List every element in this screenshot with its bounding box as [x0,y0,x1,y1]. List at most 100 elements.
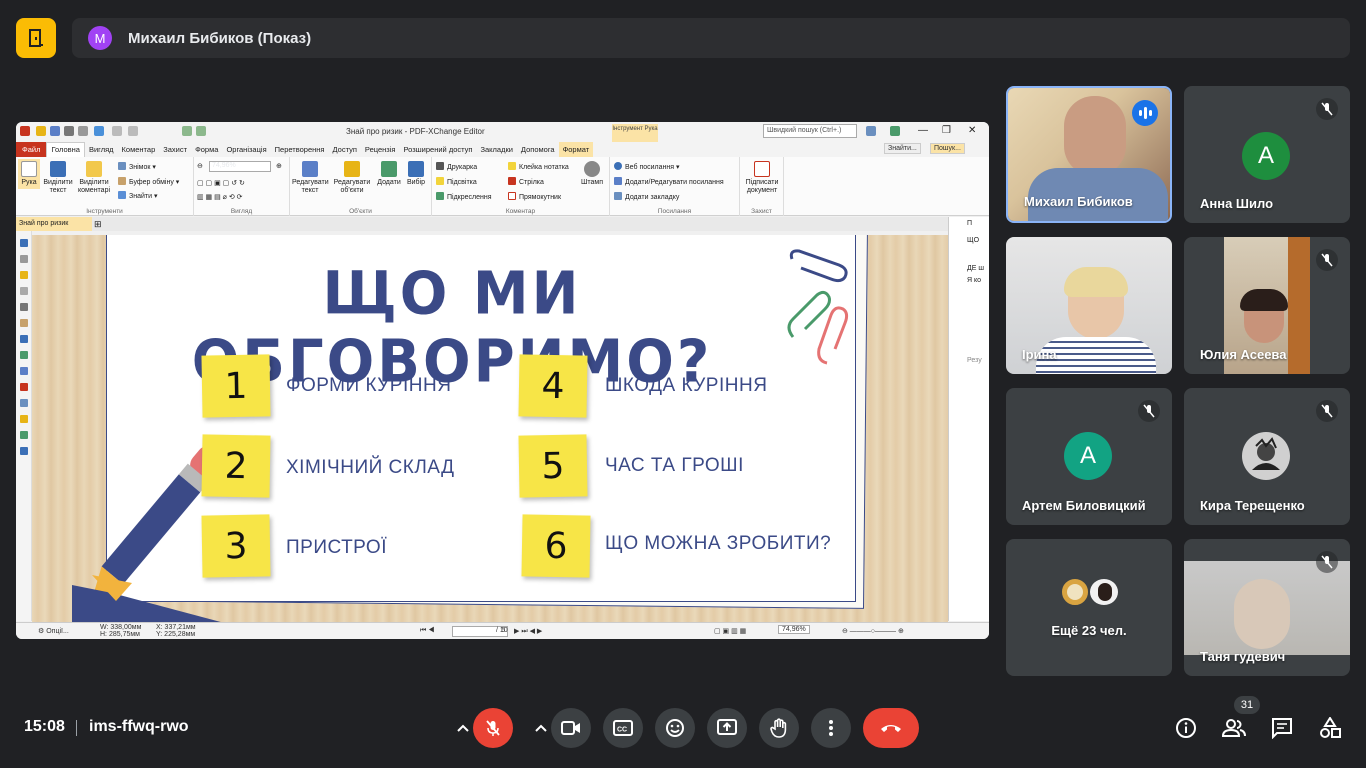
ribbon-options-icon[interactable] [866,126,876,136]
captions-button[interactable]: CC [603,708,643,748]
typewriter-button[interactable]: Друкарка [436,162,477,171]
zoom-select[interactable]: 74,96% [209,161,271,172]
arrow-button[interactable]: Стрілка [508,177,544,186]
snapshot-button[interactable]: Знімок ▾ [118,162,156,171]
participant-tile-8[interactable]: Таня гудевич [1184,539,1350,676]
redo-icon[interactable] [128,126,138,136]
edit-text-button[interactable]: Редагувати текст [292,161,329,195]
clipboard-button[interactable]: Буфер обміну ▾ [118,177,179,186]
leave-call-button[interactable] [863,708,919,748]
view-icons-row[interactable]: ▢ ▢ ▣ ▢ ↺ ↻ [197,179,245,187]
layers-icon[interactable] [20,303,28,311]
forward-icon[interactable] [196,126,206,136]
participant-tile-6[interactable]: Кира Терещенко [1184,388,1350,525]
order-icon[interactable] [20,447,28,455]
menu-organize[interactable]: Організація [222,145,270,154]
participant-tile-more[interactable]: Ещё 23 чел. [1006,539,1172,676]
print-icon[interactable] [64,126,74,136]
destinations-icon[interactable] [20,383,28,391]
hand-tool-button[interactable]: Рука [18,159,40,189]
participant-tile-3[interactable]: Ірина [1006,237,1172,374]
fields-icon[interactable] [20,399,28,407]
pages-icon[interactable] [20,239,28,247]
menu-help[interactable]: Допомога [517,145,559,154]
menu-form[interactable]: Форма [191,145,222,154]
tags-icon[interactable] [20,335,28,343]
zoom-in-icon[interactable]: ⊕ [276,162,282,170]
view-icons-row-2[interactable]: ▥ ▦ ▤ ⌀ ⟲ ⟳ [197,193,243,201]
menu-extended-access[interactable]: Розширений доступ [399,145,476,154]
back-icon[interactable] [182,126,192,136]
select-comments-button[interactable]: Виділити коментарі [76,161,112,195]
underline-button[interactable]: Підкреслення [436,192,492,201]
maximize-icon[interactable]: ❐ [942,125,951,136]
document-canvas[interactable]: ЩО МИ ОБГОВОРИМО? 1 ФОРМИ КУРІННЯ 2 ХІМІ… [32,235,948,623]
sticky-note-button[interactable]: Клейка нотатка [508,162,569,171]
signatures-icon[interactable] [20,319,28,327]
email-icon[interactable] [78,126,88,136]
highlight-button[interactable]: Підсвітка [436,177,477,186]
edit-objects-button[interactable]: Редагувати об'єкти [330,161,374,195]
content-icon[interactable] [20,431,28,439]
add-button[interactable]: Додати [376,161,402,187]
document-tab[interactable]: Знай про ризик [16,217,92,231]
activities-button[interactable] [1318,716,1342,740]
new-tab-icon[interactable]: ⊞ [94,219,102,230]
layout-icons[interactable]: ▢ ▣ ▥ ▦ [714,627,746,635]
undo-icon[interactable] [112,126,122,136]
presenter-bar[interactable]: M Михаил Бибиков (Показ) [72,18,1350,58]
participant-tile-4[interactable]: Юлия Асеева [1184,237,1350,374]
menu-bookmarks[interactable]: Закладки [476,145,516,154]
find-tool-button[interactable]: Знайти ▾ [118,191,157,200]
camera-toggle-button[interactable] [551,708,591,748]
select-text-button[interactable]: Виділити текст [42,161,74,195]
quick-search-input[interactable]: Швидкий пошук (Ctrl+.) [763,124,857,138]
participant-tile-2[interactable]: A Анна Шило [1184,86,1350,223]
mic-toggle-button[interactable] [473,708,513,748]
properties-icon[interactable] [20,351,28,359]
fullscreen-icon[interactable] [890,126,900,136]
menu-view[interactable]: Вигляд [85,145,118,154]
thumbnails-icon[interactable] [20,255,28,263]
menu-comment[interactable]: Коментар [118,145,160,154]
save-icon[interactable] [50,126,60,136]
menu-file[interactable]: Файл [16,142,47,157]
minimize-icon[interactable]: — [918,125,928,136]
present-button[interactable] [707,708,747,748]
more-options-button[interactable] [811,708,851,748]
menu-access[interactable]: Доступ [329,145,361,154]
participant-tile-1[interactable]: Михаил Бибиков [1006,86,1172,223]
open-icon[interactable] [36,126,46,136]
scan-icon[interactable] [94,126,104,136]
articles-icon[interactable] [20,415,28,423]
zoom-out-icon[interactable]: ⊖ [197,162,203,170]
meeting-details-button[interactable] [1174,716,1198,740]
sign-document-button[interactable]: Підписати документ [742,161,782,195]
options-button[interactable]: ⚙ Опції... [38,627,69,635]
select-button[interactable]: Вибір [404,161,428,187]
reactions-button[interactable] [655,708,695,748]
attachments-icon[interactable] [20,287,28,295]
presentation-icon[interactable] [16,18,56,58]
web-link-button[interactable]: Веб посилання ▾ [614,162,680,171]
close-icon[interactable]: ✕ [968,125,976,136]
raise-hand-button[interactable] [759,708,799,748]
status-zoom-select[interactable]: 74,96% [778,625,810,634]
stamp-button[interactable]: Штамп [578,161,606,187]
menu-format[interactable]: Формат [558,142,594,157]
search-panel-icon[interactable] [20,367,28,375]
menu-convert[interactable]: Перетворення [271,145,329,154]
search-button[interactable]: Пошук... [930,143,965,154]
next-page-icon[interactable]: ▶ ⏭ ◀ ▶ [514,627,542,636]
rectangle-button[interactable]: Прямокутник [508,192,561,201]
comments-icon[interactable] [20,271,28,279]
chat-button[interactable] [1270,716,1294,740]
add-edit-link-button[interactable]: Додати/Редагувати посилання [614,177,724,186]
first-page-icon[interactable]: ⏮ ◀ [420,627,435,635]
add-bookmark-button[interactable]: Додати закладку [614,192,679,201]
menu-home[interactable]: Головна [46,142,85,157]
zoom-slider[interactable]: ⊖ ———○——— ⊕ [842,627,904,635]
people-button[interactable] [1222,716,1246,740]
participant-tile-5[interactable]: A Артем Биловицкий [1006,388,1172,525]
menu-protect[interactable]: Захист [159,145,191,154]
